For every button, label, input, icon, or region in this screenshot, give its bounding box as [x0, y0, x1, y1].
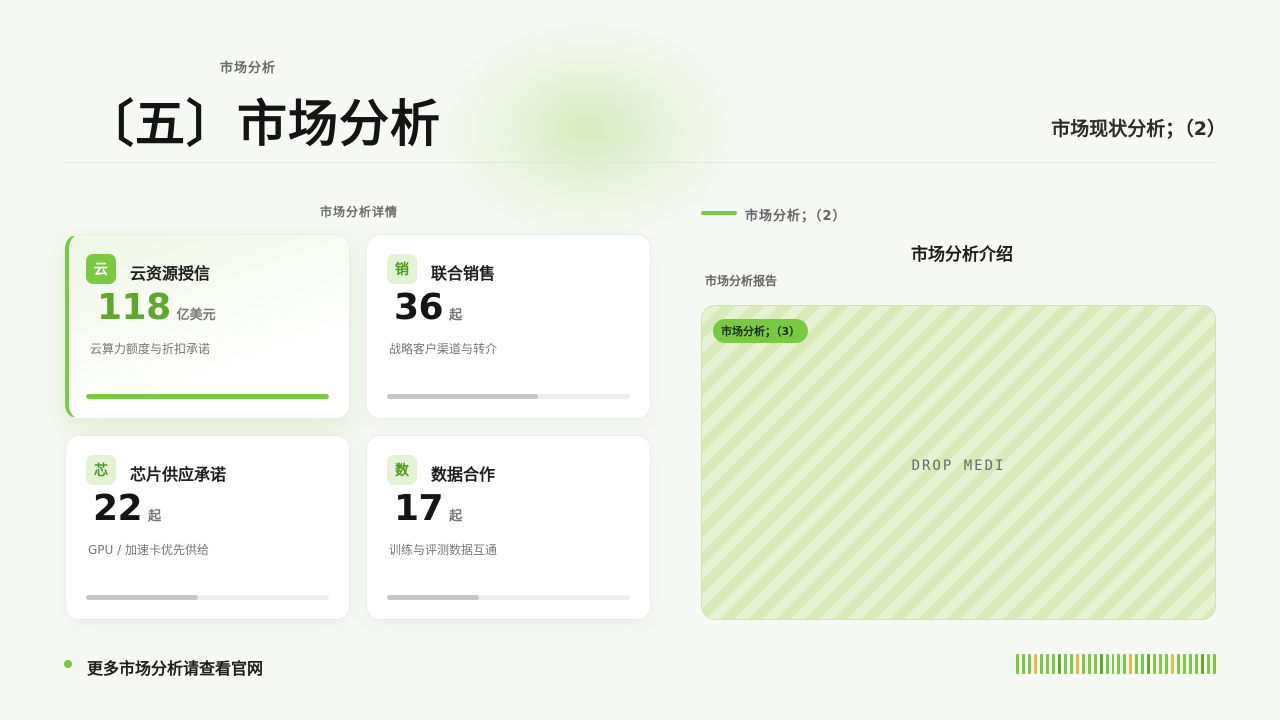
panel-subtitle: 市场分析报告	[705, 274, 778, 288]
barcode-stripe	[1177, 654, 1181, 674]
barcode-stripe	[1147, 654, 1151, 674]
media-badge: 市场分析；（3）	[713, 319, 809, 343]
barcode-stripe	[1033, 654, 1037, 674]
barcode-stripe	[1105, 654, 1109, 674]
card-title: 数据合作	[431, 465, 496, 484]
card-progress-bar	[86, 394, 329, 399]
stat-card-cloud[interactable]: 云 云资源授信 118 亿美元 云算力额度与折扣承诺	[65, 234, 350, 419]
card-description: 训练与评测数据互通	[389, 543, 498, 557]
card-title: 云资源授信	[130, 264, 211, 283]
card-title: 芯片供应承诺	[130, 465, 227, 484]
barcode-stripe	[1171, 654, 1175, 674]
barcode-stripe	[1189, 654, 1193, 674]
stat-card-chip[interactable]: 芯 芯片供应承诺 22 起 GPU / 加速卡优先供给	[65, 435, 350, 620]
barcode-stripe	[1111, 654, 1115, 674]
barcode-stripe	[1057, 654, 1061, 674]
card-value-number: 22	[93, 488, 143, 529]
barcode-stripe	[1087, 654, 1091, 674]
card-value: 17 起	[394, 488, 462, 529]
barcode-stripe	[1069, 654, 1073, 674]
panel-legend: 市场分析；（2）	[745, 209, 847, 224]
stat-card-data[interactable]: 数 数据合作 17 起 训练与评测数据互通	[366, 435, 651, 620]
card-value-number: 17	[394, 488, 444, 529]
header-divider	[64, 162, 1216, 163]
card-value: 118 亿美元	[97, 287, 216, 328]
barcode-stripe	[1021, 654, 1025, 674]
card-unit: 起	[449, 509, 463, 524]
barcode-stripe	[1153, 654, 1157, 674]
background-glow	[440, 20, 740, 240]
card-value-number: 118	[97, 287, 171, 328]
barcode-stripe	[1051, 654, 1055, 674]
drop-media-placeholder: DROP MEDI	[911, 458, 1006, 474]
barcode-stripe	[1129, 654, 1133, 674]
card-description: 战略客户渠道与转介	[389, 342, 498, 356]
legend-line	[701, 211, 737, 215]
barcode-stripe	[1016, 654, 1019, 674]
barcode-stripe	[1075, 654, 1079, 674]
card-progress-fill	[86, 595, 198, 600]
stat-card-sales[interactable]: 销 联合销售 36 起 战略客户渠道与转介	[366, 234, 651, 419]
card-progress-fill	[387, 595, 480, 600]
barcode-stripe	[1027, 654, 1031, 674]
barcode-stripe	[1081, 654, 1085, 674]
card-value: 36 起	[394, 287, 462, 328]
card-value: 22 起	[93, 488, 161, 529]
card-unit: 起	[148, 509, 162, 524]
card-progress-fill	[86, 394, 329, 399]
card-value-number: 36	[394, 287, 444, 328]
barcode-stripe	[1063, 654, 1067, 674]
card-unit: 亿美元	[176, 308, 216, 323]
barcode-stripe	[1183, 654, 1187, 674]
barcode-stripe	[1141, 654, 1145, 674]
barcode-stripe	[1099, 654, 1103, 674]
page-title: 〔五〕市场分析	[84, 95, 441, 153]
footer-link[interactable]: 更多市场分析请查看官网	[87, 655, 263, 679]
barcode-stripe	[1212, 654, 1216, 674]
footer-bullet-icon	[64, 660, 72, 668]
data-icon: 数	[387, 455, 417, 485]
card-progress-bar	[387, 595, 630, 600]
card-title: 联合销售	[431, 264, 496, 283]
card-progress-fill	[387, 394, 538, 399]
barcode-stripe	[1135, 654, 1139, 674]
section-label: 市场分析详情	[320, 205, 399, 219]
barcode-stripe	[1123, 654, 1127, 674]
barcode-stripe	[1195, 654, 1199, 674]
panel-title: 市场分析介绍	[911, 245, 1013, 265]
card-unit: 起	[449, 308, 463, 323]
card-description: GPU / 加速卡优先供给	[88, 543, 209, 557]
decorative-barcode	[1016, 654, 1216, 674]
barcode-stripe	[1093, 654, 1097, 674]
barcode-stripe	[1201, 654, 1204, 674]
header-right-title: 市场现状分析；（2）	[1051, 118, 1226, 140]
card-progress-bar	[86, 595, 329, 600]
cloud-icon: 云	[86, 254, 116, 284]
barcode-stripe	[1045, 654, 1049, 674]
barcode-stripe	[1159, 654, 1163, 674]
barcode-stripe	[1039, 654, 1043, 674]
card-description: 云算力额度与折扣承诺	[90, 342, 211, 356]
chip-icon: 芯	[86, 455, 116, 485]
barcode-stripe	[1165, 654, 1169, 674]
sales-icon: 销	[387, 254, 417, 284]
barcode-stripe	[1117, 654, 1121, 674]
media-drop-zone[interactable]: 市场分析；（3） DROP MEDI	[701, 305, 1216, 620]
card-progress-bar	[387, 394, 630, 399]
page-eyebrow: 市场分析	[220, 61, 277, 76]
barcode-stripe	[1207, 654, 1210, 674]
